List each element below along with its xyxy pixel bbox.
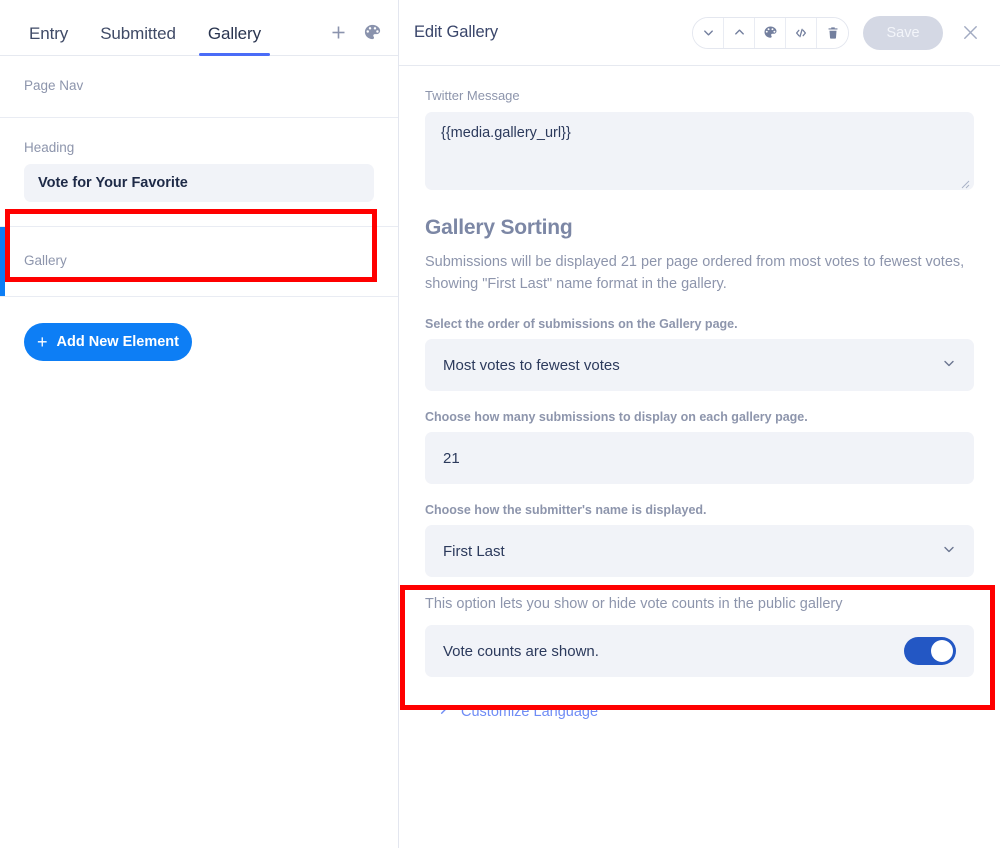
- vote-counts-section: This option lets you show or hide vote c…: [425, 596, 974, 678]
- chevron-up-icon[interactable]: [724, 17, 755, 48]
- tab-entry-label: Entry: [29, 24, 69, 43]
- order-select-label: Select the order of submissions on the G…: [425, 317, 738, 332]
- gallery-sorting-description: Submissions will be displayed 21 per pag…: [425, 254, 965, 293]
- panel-header-actions: Save: [692, 15, 984, 50]
- add-new-element-button[interactable]: + Add New Element: [24, 323, 192, 361]
- customize-language-link[interactable]: Customize Language: [425, 703, 974, 720]
- heading-field-label: Heading: [24, 140, 75, 155]
- customize-language-label: Customize Language: [461, 703, 599, 720]
- plus-icon: +: [37, 332, 48, 352]
- chevron-down-icon: [942, 542, 956, 560]
- save-button[interactable]: Save: [863, 15, 943, 50]
- palette-icon[interactable]: [755, 17, 786, 48]
- per-page-value: 21: [443, 449, 460, 467]
- per-page-input[interactable]: 21: [425, 432, 974, 485]
- vote-counts-toggle-label: Vote counts are shown.: [443, 642, 599, 660]
- tab-entry[interactable]: Entry: [20, 24, 77, 55]
- tab-submitted[interactable]: Submitted: [91, 24, 185, 55]
- vote-counts-toggle[interactable]: [904, 637, 956, 666]
- resize-handle-icon[interactable]: [960, 177, 970, 189]
- page-tabs: Entry Submitted Gallery: [0, 0, 398, 56]
- vote-counts-toggle-row[interactable]: Vote counts are shown.: [425, 625, 974, 678]
- edit-gallery-panel: Edit Gallery Save Twitter Message {{medi…: [399, 0, 1000, 848]
- heading-input-value: Vote for Your Favorite: [38, 175, 188, 191]
- chevron-right-icon: [437, 703, 450, 720]
- chevron-down-icon[interactable]: [693, 17, 724, 48]
- edit-panel-body: Twitter Message {{media.gallery_url}} Ga…: [399, 66, 1000, 720]
- page-nav-section[interactable]: Page Nav: [0, 56, 398, 118]
- name-format-label: Choose how the submitter's name is displ…: [425, 503, 707, 518]
- per-page-label: Choose how many submissions to display o…: [425, 410, 808, 425]
- edit-panel-header: Edit Gallery Save: [399, 0, 1000, 66]
- add-new-element-label: Add New Element: [56, 334, 179, 350]
- add-page-icon[interactable]: [330, 24, 347, 41]
- twitter-message-textarea[interactable]: {{media.gallery_url}}: [425, 112, 974, 190]
- tab-submitted-label: Submitted: [100, 24, 176, 43]
- trash-icon[interactable]: [817, 17, 848, 48]
- twitter-message-value: {{media.gallery_url}}: [441, 125, 571, 141]
- app-root: Entry Submitted Gallery Page Nav Heading…: [0, 0, 1000, 848]
- vote-counts-description: This option lets you show or hide vote c…: [425, 596, 843, 613]
- selected-indicator-bar: [0, 227, 5, 296]
- page-tab-actions: [330, 23, 382, 55]
- toggle-knob: [931, 640, 953, 663]
- twitter-message-label: Twitter Message: [425, 88, 520, 103]
- heading-element[interactable]: Heading Vote for Your Favorite: [0, 118, 398, 227]
- code-icon[interactable]: [786, 17, 817, 48]
- page-builder-panel: Entry Submitted Gallery Page Nav Heading…: [0, 0, 399, 848]
- gallery-element-label: Gallery: [24, 253, 67, 268]
- panel-title: Edit Gallery: [414, 23, 499, 41]
- name-format-value: First Last: [443, 542, 505, 560]
- name-format-select[interactable]: First Last: [425, 525, 974, 578]
- tab-gallery[interactable]: Gallery: [198, 24, 271, 56]
- order-select[interactable]: Most votes to fewest votes: [425, 339, 974, 392]
- palette-icon[interactable]: [363, 23, 382, 42]
- chevron-down-icon: [942, 356, 956, 374]
- order-select-value: Most votes to fewest votes: [443, 356, 620, 374]
- heading-input[interactable]: Vote for Your Favorite: [24, 164, 374, 202]
- page-nav-label: Page Nav: [24, 78, 84, 93]
- tab-gallery-label: Gallery: [207, 24, 261, 43]
- close-icon[interactable]: [957, 23, 984, 42]
- gallery-sorting-title: Gallery Sorting: [425, 216, 573, 239]
- gallery-element[interactable]: Gallery: [0, 227, 398, 297]
- element-action-group: [692, 16, 849, 49]
